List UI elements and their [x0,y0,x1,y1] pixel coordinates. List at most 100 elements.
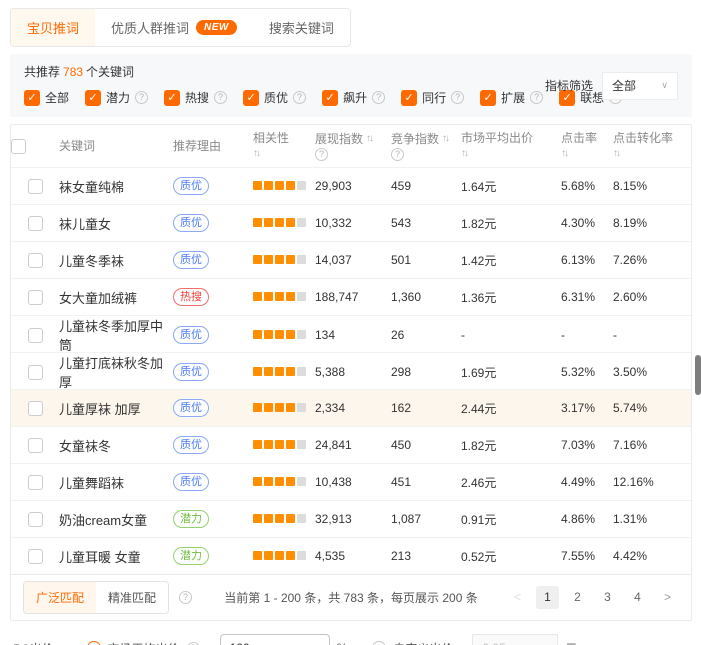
sort-icon[interactable]: ↑↓ [461,147,561,161]
exact-match-button[interactable]: 精准匹配 [96,582,168,613]
row-checkbox-cell [11,328,59,343]
market-bid-radio[interactable] [87,641,101,645]
filter-checkbox-kuozhan[interactable]: ✓扩展? [480,89,543,106]
checkbox-checked-icon[interactable]: ✓ [243,90,259,106]
sort-icon[interactable]: ↑↓ [253,147,315,161]
relevance-bar [297,514,306,523]
row-checkbox[interactable] [28,438,43,453]
tab-label: 优质人群推词 [111,18,189,37]
tab-search-keyword[interactable]: 搜索关键词 [253,9,350,46]
relevance-bar [297,255,306,264]
relevance-bar [275,292,284,301]
relevance-bar [286,403,295,412]
table-row: 儿童冬季袜质优14,0375011.42元6.13%7.26% [11,241,691,278]
pagination-info: 当前第 1 - 200 条，共 783 条，每页展示 200 条 [224,589,477,606]
pagination-page-4[interactable]: 4 [626,586,649,609]
tab-item-promote[interactable]: 宝贝推词 [11,9,95,46]
ctr-value: 4.30% [561,216,613,230]
keyword-cell: 儿童袜冬季加厚中筒 [59,316,173,354]
relevance-bar [286,477,295,486]
reason-cell: 质优 [173,251,253,269]
reason-cell: 潜力 [173,547,253,565]
pagination-prev[interactable]: < [506,586,529,609]
market-bid-label: 市场平均出价 [108,640,180,645]
scrollbar-thumb[interactable] [695,355,701,395]
help-icon[interactable]: ? [187,642,200,645]
table-row: 女童袜冬质优24,8414501.82元7.03%7.16% [11,426,691,463]
sort-icon[interactable]: ↑↓ [366,132,372,146]
row-checkbox[interactable] [28,365,43,380]
checkbox-checked-icon[interactable]: ✓ [322,90,338,106]
reason-tag: 热搜 [173,288,209,306]
row-checkbox[interactable] [28,401,43,416]
pagination-next[interactable]: > [656,586,679,609]
row-checkbox[interactable] [28,179,43,194]
help-icon[interactable]: ? [293,91,306,104]
help-icon[interactable]: ? [179,591,192,604]
broad-match-button[interactable]: 广泛匹配 [24,582,96,613]
help-icon[interactable]: ? [451,91,464,104]
help-icon[interactable]: ? [214,91,227,104]
table-row: 儿童厚袜 加厚质优2,3341622.44元3.17%5.74% [11,389,691,426]
row-checkbox[interactable] [28,216,43,231]
avg-bid-value: 2.44元 [461,400,561,417]
checkbox-checked-icon[interactable]: ✓ [24,90,40,106]
pagination-page-2[interactable]: 2 [566,586,589,609]
filter-checkbox-biaosheng[interactable]: ✓飙升? [322,89,385,106]
help-icon[interactable]: ? [315,148,328,161]
filter-checkbox-tonghang[interactable]: ✓同行? [401,89,464,106]
relevance-bar [264,403,273,412]
filter-checkbox-all[interactable]: ✓ 全部 [24,89,69,106]
filter-checkbox-resou[interactable]: ✓热搜? [164,89,227,106]
help-icon[interactable]: ? [135,91,148,104]
keyword-cell: 儿童冬季袜 [59,251,173,270]
sort-icon[interactable]: ↑↓ [561,147,613,161]
filter-label: 全部 [45,89,69,106]
competition-value: 450 [391,438,461,452]
row-checkbox[interactable] [28,290,43,305]
relevance-bar [275,367,284,376]
row-checkbox[interactable] [28,549,43,564]
row-checkbox-cell [11,438,59,453]
relevance-bar [264,551,273,560]
sort-icon[interactable]: ↑↓ [442,132,448,146]
pagination-page-3[interactable]: 3 [596,586,619,609]
cvr-value: 8.15% [613,179,691,193]
relevance-cell [253,290,315,304]
help-icon[interactable]: ? [372,91,385,104]
filter-checkbox-zhiyou[interactable]: ✓质优? [243,89,306,106]
summary-suffix: 个关键词 [86,65,134,79]
relevance-bar [275,514,284,523]
checkbox-checked-icon[interactable]: ✓ [164,90,180,106]
help-icon[interactable]: ? [391,148,404,161]
reason-tag: 质优 [173,251,209,269]
keyword-cell: 儿童打底袜秋冬加厚 [59,353,173,391]
relevance-bar [253,330,262,339]
metric-filter-select[interactable]: 全部 ∨ [602,72,678,100]
row-checkbox-cell [11,253,59,268]
row-checkbox[interactable] [28,512,43,527]
row-checkbox[interactable] [28,328,43,343]
tab-crowd-promote[interactable]: 优质人群推词 NEW [95,9,253,46]
competition-value: 1,360 [391,290,461,304]
impressions-value: 2,334 [315,401,391,415]
market-bid-percent-input[interactable] [220,634,330,645]
row-checkbox[interactable] [28,253,43,268]
checkbox-checked-icon[interactable]: ✓ [401,90,417,106]
checkbox-checked-icon[interactable]: ✓ [480,90,496,106]
select-all-checkbox[interactable] [11,139,26,154]
relevance-bar [253,367,262,376]
row-checkbox[interactable] [28,475,43,490]
help-icon[interactable]: ? [530,91,543,104]
reason-cell: 热搜 [173,288,253,306]
reason-cell: 质优 [173,214,253,232]
custom-bid-input[interactable] [472,634,558,645]
sort-icon[interactable]: ↑↓ [613,147,691,161]
filter-checkbox-qianli[interactable]: ✓潜力? [85,89,148,106]
pagination-page-1[interactable]: 1 [536,586,559,609]
relevance-bar [297,292,306,301]
custom-bid-radio[interactable] [372,641,386,645]
checkbox-checked-icon[interactable]: ✓ [85,90,101,106]
cvr-value: 8.19% [613,216,691,230]
avg-bid-value: 2.46元 [461,474,561,491]
